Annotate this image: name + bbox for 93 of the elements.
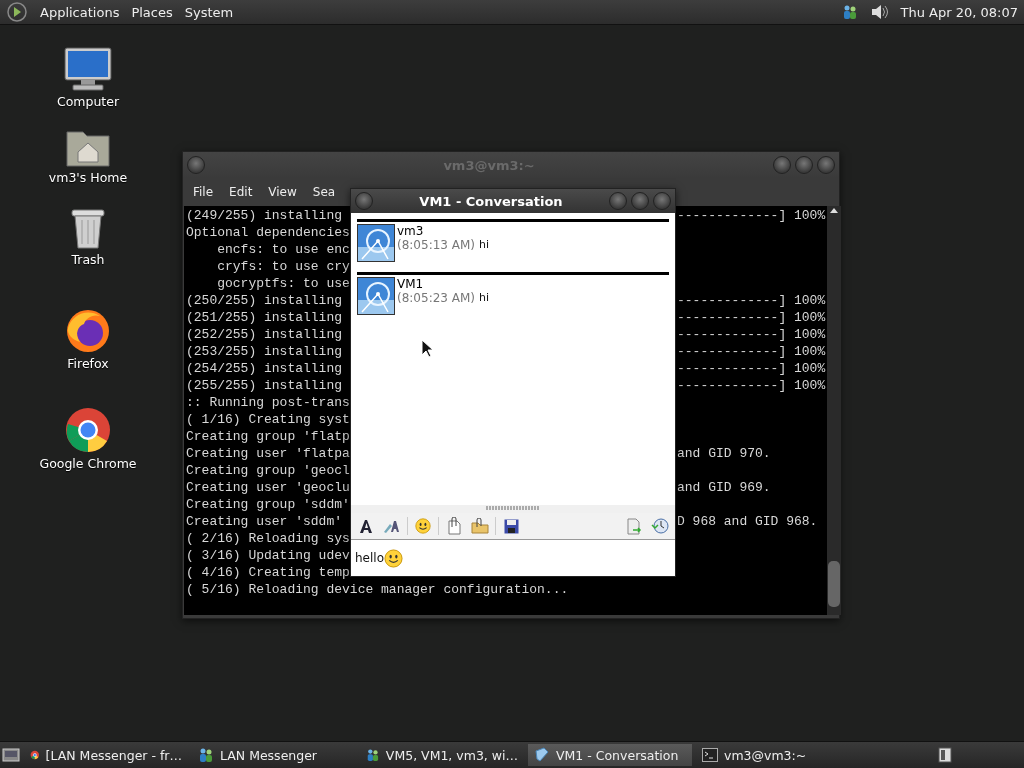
workspace-icon[interactable] [938, 747, 952, 763]
people-icon [198, 747, 214, 763]
chat-icon [534, 747, 550, 763]
message-time: (8:05:23 AM) [397, 291, 475, 305]
terminal-line: (249/255) installing [186, 208, 344, 225]
panel-menu[interactable]: Places [131, 4, 173, 20]
sender-name: vm3 [397, 224, 425, 238]
close-button[interactable] [817, 156, 835, 174]
sender-name: VM1 [397, 277, 425, 291]
minimize-button[interactable] [773, 156, 791, 174]
attach-file-icon [446, 517, 462, 535]
chrome-icon [64, 406, 112, 454]
terminal-line: D 968 and GID 968. [677, 514, 819, 531]
terminal-line: -------------] 100% [677, 344, 826, 361]
terminal-line: ( 4/16) Creating temp [186, 565, 351, 582]
taskbar-item[interactable]: LAN Messenger [192, 744, 356, 766]
terminal-line: -------------] 100% [677, 378, 826, 395]
terminal-line: (255/255) installing [186, 378, 344, 395]
terminal-line: Creating group 'sddm' [186, 497, 351, 514]
window-menu-button[interactable] [187, 156, 205, 174]
font-style-icon [383, 518, 401, 534]
terminal-line: -------------] 100% [677, 327, 826, 344]
terminal-line: Creating user 'flatpa [186, 446, 351, 463]
terminal-line: -------------] 100% [677, 208, 826, 225]
message-text: hi [479, 291, 490, 305]
smiley-icon [415, 518, 431, 534]
file-transfer-icon [626, 517, 642, 535]
menu-item[interactable]: View [260, 185, 305, 199]
panel-menu[interactable]: System [184, 4, 234, 20]
terminal-line: Creating user 'geoclu [186, 480, 351, 497]
clock[interactable]: Thu Apr 20, 08:07 [900, 4, 1018, 20]
emoticon-button[interactable] [412, 515, 434, 537]
show-desktop-icon[interactable] [2, 747, 20, 763]
maximize-button[interactable] [631, 192, 649, 210]
terminal-line: :: Running post-trans [186, 395, 351, 412]
terminal-line: and GID 969. [677, 480, 772, 497]
terminal-line: cryfs: to use cry [216, 259, 351, 276]
terminal-line: encfs: to use enc [216, 242, 351, 259]
history-button[interactable] [649, 515, 671, 537]
terminal-line: ( 5/16) Reloading device manager configuration... [186, 582, 570, 599]
terminal-line: gocryptfs: to use [216, 276, 351, 293]
window-menu-button[interactable] [355, 192, 373, 210]
trash-icon [68, 206, 108, 250]
terminal-line: (254/255) installing [186, 361, 344, 378]
minimize-button[interactable] [609, 192, 627, 210]
scrollbar[interactable] [827, 206, 842, 615]
mouse-cursor-icon [421, 339, 433, 358]
terminal-line: Creating group 'geocl [186, 463, 351, 480]
terminal-line: Creating user 'sddm' [186, 514, 344, 531]
history-icon [651, 517, 669, 535]
terminal-icon [702, 748, 718, 762]
terminal-line: ( 1/16) Creating syst [186, 412, 351, 429]
menu-item[interactable]: File [185, 185, 222, 199]
desktop-icon-label[interactable]: Google Chrome [39, 456, 137, 471]
taskbar-item[interactable]: vm3@vm3:~ [696, 744, 860, 766]
desktop-icon-label[interactable]: vm3's Home [48, 170, 128, 185]
terminal-line: Optional dependencies [186, 225, 351, 242]
taskbar-item[interactable]: VM1 - Conversation [528, 744, 692, 766]
panel-menu[interactable]: Applications [40, 4, 120, 20]
desktop-icon-label[interactable]: Computer [56, 94, 120, 109]
people-icon [366, 747, 380, 763]
terminal-line: (251/255) installing [186, 310, 344, 327]
desktop-icon-label[interactable]: Firefox [67, 356, 109, 371]
terminal-line: ( 3/16) Updating udev [186, 548, 351, 565]
logo-icon[interactable] [6, 2, 28, 22]
terminal-line: -------------] 100% [677, 293, 826, 310]
message-text: hi [479, 238, 490, 252]
terminal-line: -------------] 100% [677, 310, 826, 327]
window-title: VM1 - Conversation [418, 193, 564, 209]
menu-item[interactable]: Edit [221, 185, 261, 199]
computer-icon [63, 46, 113, 92]
terminal-line: Creating group 'flatp [186, 429, 351, 446]
terminal-line: (253/255) installing [186, 344, 344, 361]
terminal-line: ( 2/16) Reloading sys [186, 531, 351, 548]
resize-grip-icon[interactable] [485, 505, 541, 511]
close-button[interactable] [653, 192, 671, 210]
font-icon [358, 518, 374, 534]
taskbar-item[interactable]: VM5, VM1, vm3, wi… [360, 744, 524, 766]
terminal-line: -------------] 100% [677, 361, 826, 378]
taskbar-item[interactable]: [LAN Messenger - fr… [24, 744, 188, 766]
maximize-button[interactable] [795, 156, 813, 174]
save-icon [503, 518, 519, 534]
terminal-line: and GID 970. [677, 446, 772, 463]
desktop-icon-label[interactable]: Trash [71, 252, 105, 267]
smiley-icon [384, 548, 403, 568]
network-icon[interactable] [842, 4, 857, 20]
terminal-line: (252/255) installing [186, 327, 344, 344]
send-folder-button[interactable] [469, 515, 491, 537]
terminal-line: (250/255) installing [186, 293, 344, 310]
message-time: (8:05:13 AM) [397, 238, 475, 252]
scrollbar-thumb[interactable] [828, 561, 841, 607]
menu-item[interactable]: Sea [304, 185, 336, 199]
attach-folder-icon [471, 518, 489, 534]
